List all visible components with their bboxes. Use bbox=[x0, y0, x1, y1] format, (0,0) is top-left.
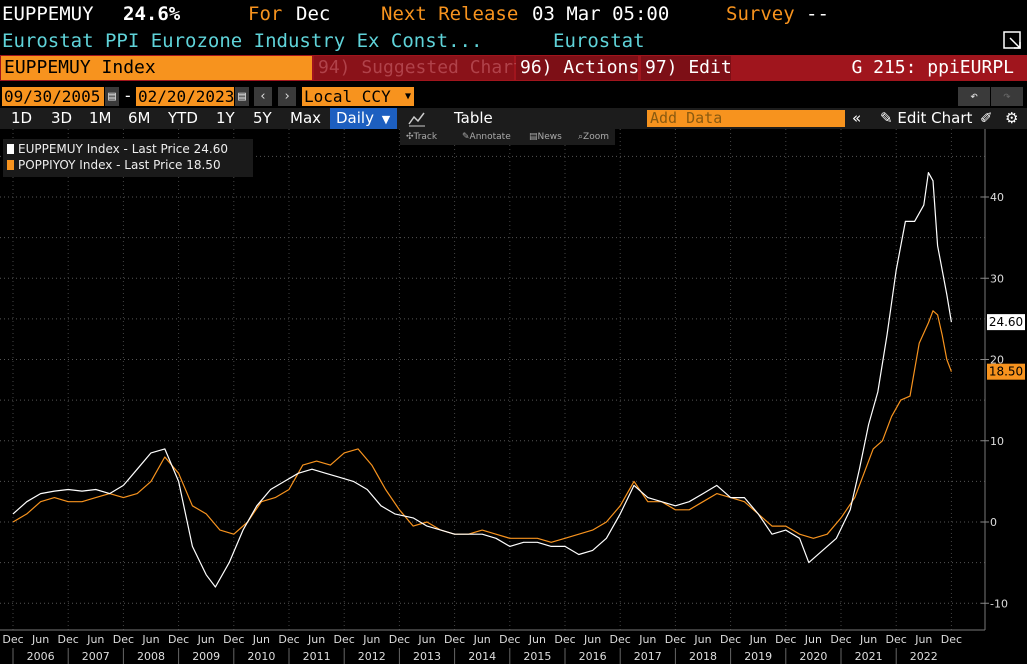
y-tick-label: 10 bbox=[990, 435, 1004, 448]
news-label: News bbox=[537, 132, 562, 142]
last-price-label: 24.60 bbox=[989, 315, 1023, 329]
zoom-label: Zoom bbox=[583, 132, 609, 142]
x-tick-label: Dec bbox=[223, 633, 244, 646]
x-tick-label: Jun bbox=[859, 633, 877, 646]
x-tick-label: Dec bbox=[554, 633, 575, 646]
x-year-label: 2010 bbox=[247, 650, 275, 663]
x-tick-label: Jun bbox=[638, 633, 656, 646]
x-tick-label: Dec bbox=[444, 633, 465, 646]
series-lines bbox=[12, 172, 952, 588]
x-tick-label: Dec bbox=[830, 633, 851, 646]
x-tick-label: Dec bbox=[168, 633, 189, 646]
legend-item[interactable]: POPPIYOY Index - Last Price 18.50 bbox=[7, 157, 221, 173]
annotate-label: Annotate bbox=[469, 132, 511, 142]
x-tick-label: Jun bbox=[86, 633, 104, 646]
track-tool[interactable]: ✣ Track bbox=[406, 129, 437, 145]
x-tick-label: Jun bbox=[252, 633, 270, 646]
x-year-label: 2021 bbox=[855, 650, 883, 663]
x-year-label: 2009 bbox=[192, 650, 220, 663]
x-tick-label: Dec bbox=[278, 633, 299, 646]
legend-series-name: POPPIYOY Index - Last Price bbox=[18, 158, 183, 172]
x-year-label: 2013 bbox=[413, 650, 441, 663]
x-tick-label: Jun bbox=[141, 633, 159, 646]
last-price-labels: 24.60 18.50 bbox=[987, 314, 1025, 380]
grid bbox=[0, 129, 985, 630]
x-tick-label: Dec bbox=[610, 633, 631, 646]
series-line-0 bbox=[12, 172, 952, 588]
x-year-label: 2017 bbox=[634, 650, 662, 663]
x-tick-label: Dec bbox=[941, 633, 962, 646]
x-tick-label: Dec bbox=[886, 633, 907, 646]
x-tick-label: Dec bbox=[720, 633, 741, 646]
x-year-label: 2007 bbox=[82, 650, 110, 663]
chart[interactable]: -10010203040 Dec Jun Dec Jun Dec Jun Dec Jun Dec… bbox=[0, 0, 1027, 664]
x-tick-label: Dec bbox=[113, 633, 134, 646]
x-tick-label: Dec bbox=[499, 633, 520, 646]
x-tick-label: Jun bbox=[583, 633, 601, 646]
x-year-label: 2011 bbox=[303, 650, 331, 663]
x-year-label: 2012 bbox=[358, 650, 386, 663]
legend-swatch bbox=[7, 160, 14, 170]
x-year-label: 2006 bbox=[27, 650, 55, 663]
chart-legend: EUPPEMUY Index - Last Price 24.60 POPPIY… bbox=[3, 139, 253, 177]
x-tick-label: Dec bbox=[665, 633, 686, 646]
legend-swatch bbox=[7, 144, 14, 154]
x-tick-label: Dec bbox=[775, 633, 796, 646]
x-year-label: 2014 bbox=[468, 650, 496, 663]
x-tick-label: Jun bbox=[197, 633, 215, 646]
last-price-label: 18.50 bbox=[989, 365, 1023, 379]
x-tick-label: Jun bbox=[749, 633, 767, 646]
y-tick-label: 40 bbox=[990, 191, 1004, 204]
legend-series-name: EUPPEMUY Index - Last Price bbox=[18, 142, 190, 156]
x-tick-label: Jun bbox=[528, 633, 546, 646]
x-axis: Dec Jun Dec Jun Dec Jun Dec Jun Dec Jun Dec Jun Dec J… bbox=[0, 629, 1027, 664]
x-tick-label: Dec bbox=[389, 633, 410, 646]
x-tick-label: Jun bbox=[693, 633, 711, 646]
y-tick-label: -10 bbox=[990, 597, 1008, 610]
x-tick-label: Jun bbox=[804, 633, 822, 646]
x-tick-label: Jun bbox=[31, 633, 49, 646]
news-tool[interactable]: ▤ News bbox=[529, 129, 562, 145]
x-year-label: 2019 bbox=[744, 650, 772, 663]
x-year-label: 2008 bbox=[137, 650, 165, 663]
legend-last-value: 24.60 bbox=[193, 142, 228, 156]
x-tick-label: Dec bbox=[58, 633, 79, 646]
x-tick-label: Jun bbox=[362, 633, 380, 646]
y-tick-label: 0 bbox=[990, 516, 997, 529]
x-tick-label: Jun bbox=[473, 633, 491, 646]
x-tick-label: Jun bbox=[307, 633, 325, 646]
x-tick-label: Dec bbox=[2, 633, 23, 646]
x-year-label: 2016 bbox=[579, 650, 607, 663]
series-line-1 bbox=[12, 310, 952, 543]
x-tick-label: Dec bbox=[334, 633, 355, 646]
zoom-tool[interactable]: ⌕ Zoom bbox=[578, 129, 609, 145]
track-label: Track bbox=[413, 132, 438, 142]
x-year-label: 2022 bbox=[910, 650, 938, 663]
y-tick-label: 30 bbox=[990, 272, 1004, 285]
x-year-label: 2015 bbox=[523, 650, 551, 663]
x-tick-label: Jun bbox=[914, 633, 932, 646]
x-tick-label: Jun bbox=[417, 633, 435, 646]
chart-tools: ✣ Track ✎ Annotate ▤ News ⌕ Zoom bbox=[400, 129, 615, 145]
x-year-label: 2018 bbox=[689, 650, 717, 663]
legend-last-value: 18.50 bbox=[186, 158, 221, 172]
annotate-tool[interactable]: ✎ Annotate bbox=[462, 129, 511, 145]
legend-item[interactable]: EUPPEMUY Index - Last Price 24.60 bbox=[7, 141, 228, 157]
x-year-label: 2020 bbox=[799, 650, 827, 663]
